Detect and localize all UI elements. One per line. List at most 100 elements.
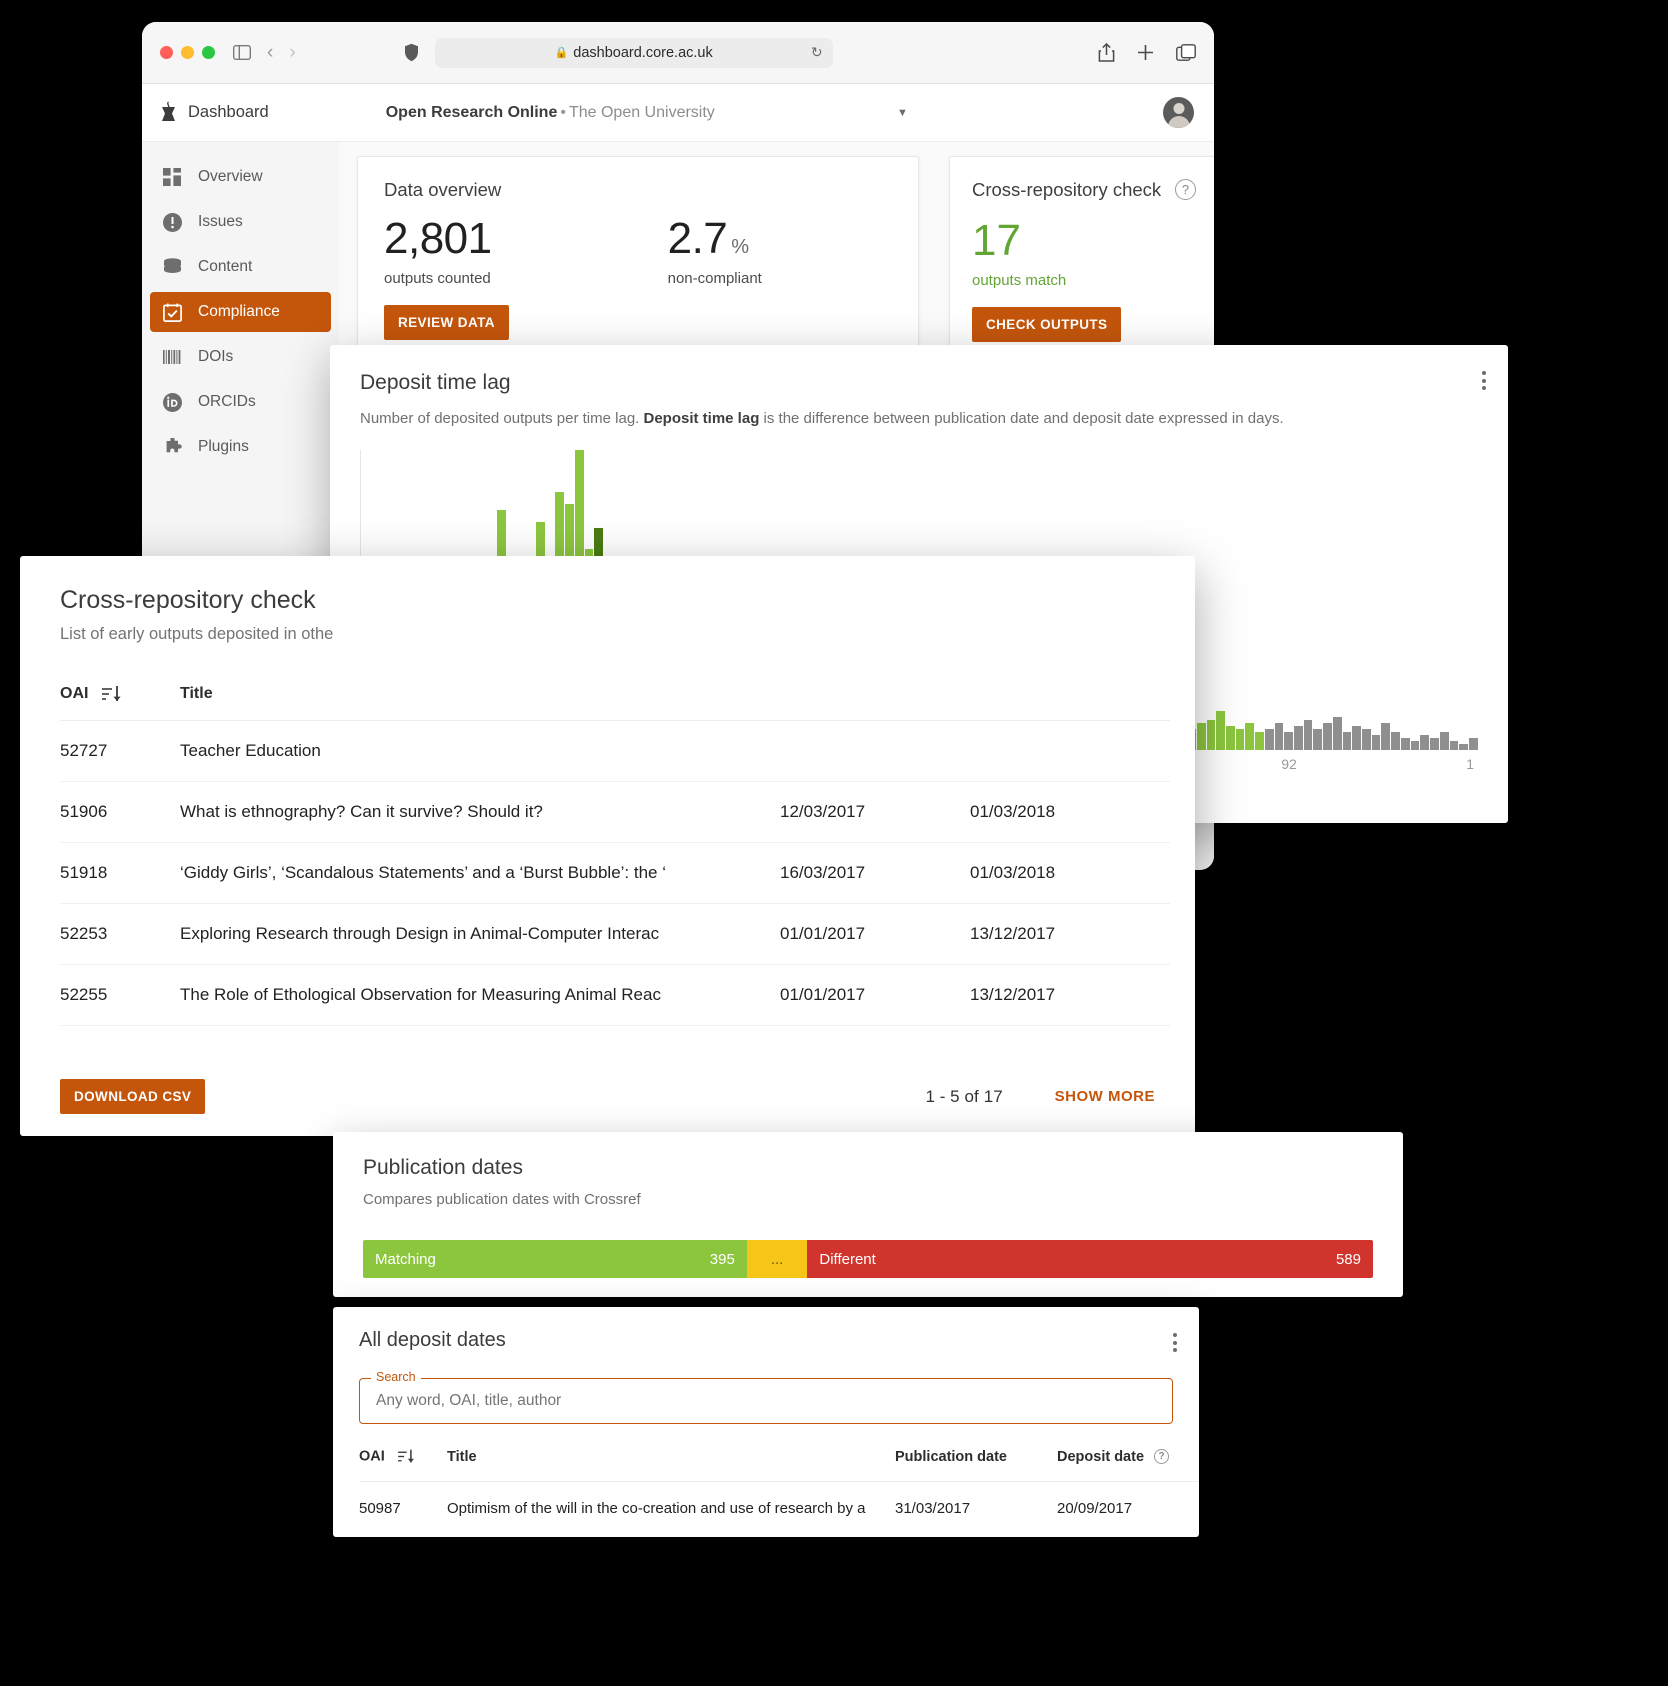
chart-bar[interactable] — [1196, 723, 1206, 750]
help-icon[interactable]: ? — [1154, 1449, 1170, 1465]
publication-dates-title: Publication dates — [363, 1156, 523, 1179]
chart-bar[interactable] — [1468, 738, 1478, 750]
address-bar[interactable]: 🔒 dashboard.core.ac.uk ↻ — [434, 37, 833, 68]
table-row[interactable]: 52255 The Role of Ethological Observation… — [60, 964, 1170, 1026]
shield-icon[interactable] — [404, 43, 419, 62]
chart-bar[interactable] — [1400, 738, 1410, 750]
column-header-oai[interactable]: OAI — [60, 670, 180, 721]
column-header-title[interactable]: Title — [447, 1448, 895, 1482]
sort-descending-icon[interactable] — [397, 1448, 418, 1465]
check-outputs-button[interactable]: CHECK OUTPUTS — [972, 307, 1122, 342]
outputs-counted-value: 2,801 — [384, 214, 492, 263]
sidebar-item-content[interactable]: Content — [150, 247, 331, 287]
cell-deposit-date: 01/03/2018 — [970, 781, 1170, 843]
column-header-deposit-date[interactable] — [970, 670, 1170, 721]
segment-different-label: Different — [819, 1250, 876, 1268]
column-header-oai[interactable]: OAI — [359, 1448, 447, 1482]
chart-bar[interactable] — [1274, 723, 1284, 750]
chart-bar[interactable] — [1264, 729, 1274, 750]
barcode-icon — [162, 347, 182, 367]
avatar-head — [1173, 103, 1184, 114]
sort-descending-icon[interactable] — [101, 684, 125, 704]
review-data-button[interactable]: REVIEW DATA — [384, 305, 509, 340]
sidebar-item-plugins[interactable]: Plugins — [150, 427, 331, 467]
app-brand[interactable]: Dashboard — [160, 101, 269, 124]
chart-bar[interactable] — [1420, 735, 1430, 750]
tab-overview-icon[interactable] — [1176, 44, 1196, 61]
outputs-counted-metric: 2,801 outputs counted — [384, 214, 492, 288]
chart-bar[interactable] — [1313, 729, 1323, 750]
orcid-icon — [162, 392, 182, 412]
chart-bar[interactable] — [1342, 732, 1352, 750]
sidebar-item-issues[interactable]: Issues — [150, 202, 331, 242]
help-icon[interactable]: ? — [1175, 179, 1196, 200]
share-icon[interactable] — [1098, 43, 1115, 62]
column-header-deposit-date[interactable]: Deposit date ? — [1057, 1448, 1199, 1482]
chart-bar[interactable] — [1371, 735, 1381, 750]
sidebar-item-label: Compliance — [198, 303, 280, 320]
sidebar-item-orcids[interactable]: ORCIDs — [150, 382, 331, 422]
search-field[interactable]: Search — [359, 1370, 1173, 1424]
data-overview-title: Data overview — [384, 179, 502, 200]
chart-bar[interactable] — [1410, 741, 1420, 750]
column-header-publication-date[interactable] — [780, 670, 970, 721]
segment-matching[interactable]: Matching 395 — [363, 1240, 747, 1279]
chart-bar[interactable] — [1303, 720, 1313, 750]
chart-bar[interactable] — [1391, 732, 1400, 750]
chart-bar[interactable] — [1216, 711, 1225, 750]
table-row[interactable]: 52727 Teacher Education — [60, 720, 1170, 782]
table-row[interactable]: 50987 Optimism of the will in the co-crea… — [359, 1482, 1199, 1517]
reload-icon[interactable]: ↻ — [811, 44, 823, 61]
chart-bar[interactable] — [1255, 732, 1264, 750]
cell-title: Teacher Education — [180, 720, 780, 782]
database-icon — [162, 257, 182, 277]
chart-bar[interactable] — [1206, 720, 1216, 750]
chart-bar[interactable] — [1225, 726, 1235, 750]
chart-bar[interactable] — [1459, 744, 1468, 750]
minimize-window-button[interactable] — [181, 46, 194, 59]
cell-deposit-date: 01/03/2018 — [970, 842, 1170, 904]
chart-bar[interactable] — [1284, 732, 1293, 750]
maximize-window-button[interactable] — [202, 46, 215, 59]
navigation-arrows[interactable]: ‹ › — [267, 42, 296, 64]
pagination-of: of — [964, 1086, 979, 1106]
chart-bar[interactable] — [1362, 729, 1371, 750]
sidebar-toggle-icon[interactable] — [233, 45, 251, 60]
chart-bar[interactable] — [1294, 726, 1303, 750]
chart-bar[interactable] — [1245, 723, 1255, 750]
chart-bar[interactable] — [1449, 741, 1459, 750]
chart-bar[interactable] — [1430, 738, 1439, 750]
table-row[interactable]: 52253 Exploring Research through Design i… — [60, 903, 1170, 965]
column-header-title[interactable]: Title — [180, 670, 780, 721]
chevron-down-icon[interactable]: ▼ — [897, 107, 908, 119]
chart-bar[interactable] — [1235, 729, 1245, 750]
close-window-button[interactable] — [160, 46, 173, 59]
avatar[interactable] — [1163, 97, 1194, 128]
screenshot-stage: ‹ › 🔒 dashboard.core.ac.uk ↻ Dashboard O… — [0, 0, 1668, 1686]
cell-oai: 52727 — [60, 720, 180, 782]
chart-bar[interactable] — [1323, 723, 1332, 750]
chart-bar[interactable] — [1352, 726, 1362, 750]
sidebar-item-dois[interactable]: DOIs — [150, 337, 331, 377]
chart-bar[interactable] — [1332, 717, 1342, 750]
show-more-button[interactable]: SHOW MORE — [1055, 1088, 1155, 1105]
plus-icon[interactable] — [1137, 44, 1154, 61]
kebab-menu-icon[interactable] — [1482, 371, 1486, 390]
chart-bar[interactable] — [1381, 723, 1391, 750]
grid-icon — [162, 167, 182, 187]
publication-dates-panel: Publication dates Compares publication d… — [333, 1132, 1403, 1297]
table-row[interactable]: 51906 What is ethnography? Can it survive… — [60, 781, 1170, 843]
segment-different[interactable]: Different 589 — [807, 1240, 1373, 1279]
window-controls[interactable] — [160, 46, 215, 59]
sidebar-item-overview[interactable]: Overview — [150, 157, 331, 197]
repository-selector[interactable]: Open Research Online • The Open University — [386, 104, 715, 122]
segment-other[interactable]: ... — [746, 1240, 808, 1279]
table-row[interactable]: 51918 ‘Giddy Girls’, ‘Scandalous Statemen… — [60, 842, 1170, 904]
column-header-publication-date[interactable]: Publication date — [895, 1448, 1057, 1482]
download-csv-button[interactable]: DOWNLOAD CSV — [60, 1079, 206, 1114]
sidebar-item-compliance[interactable]: Compliance — [150, 292, 331, 332]
chart-bar[interactable] — [1439, 732, 1449, 750]
search-input[interactable] — [374, 1391, 1158, 1411]
kebab-menu-icon[interactable] — [1173, 1333, 1177, 1352]
back-arrow-icon[interactable]: ‹ — [267, 42, 273, 64]
